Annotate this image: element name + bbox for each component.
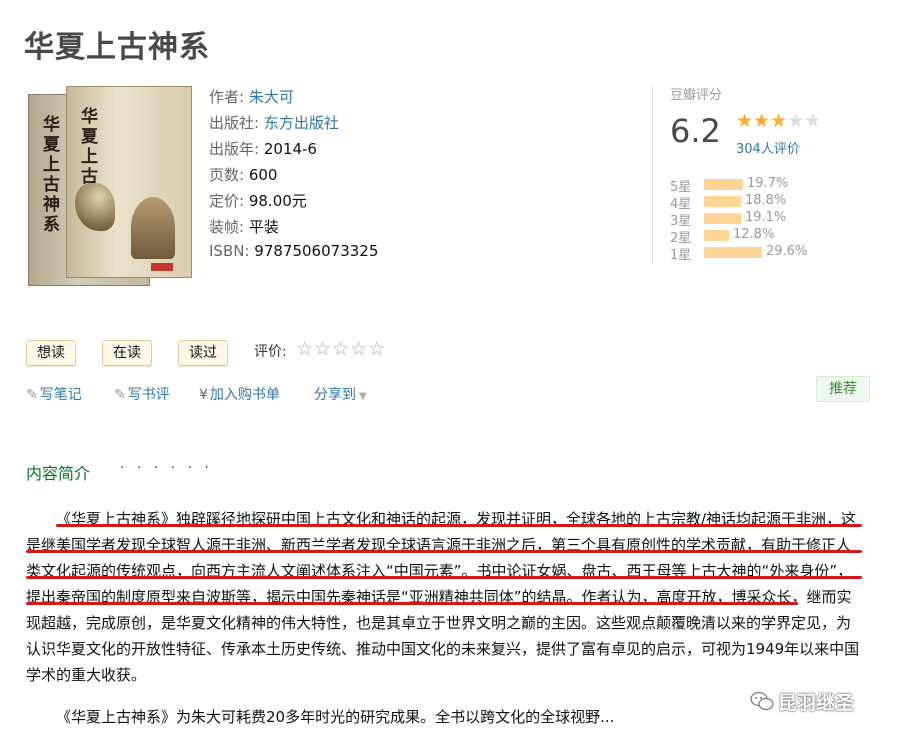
meta-year-value: 2014-6 xyxy=(263,140,317,158)
pencil-icon: ✎ xyxy=(26,387,38,403)
cover-figure-illustration xyxy=(131,197,175,259)
rate-label: 评价: xyxy=(254,344,287,360)
meta-binding: 装帧: 平装 xyxy=(209,216,279,237)
author-link[interactable]: 朱大可 xyxy=(249,88,294,106)
star-empty-icon: ★ xyxy=(804,110,822,132)
meta-isbn-value: 9787506073325 xyxy=(254,242,379,260)
red-underline-4 xyxy=(26,602,798,605)
book-cover-image[interactable]: 华夏上古神系 华夏上古神系 xyxy=(28,86,192,286)
rating-row-bar xyxy=(704,230,729,241)
publisher-link[interactable]: 东方出版社 xyxy=(264,114,339,132)
red-underline-3 xyxy=(26,576,862,579)
meta-author: 作者: 朱大可 xyxy=(209,86,294,107)
rating-count-link[interactable]: 304人评价 xyxy=(736,138,800,157)
rating-row-bar xyxy=(704,213,741,224)
meta-price-value: 98.00元 xyxy=(248,192,307,210)
rating-row-percent: 18.8% xyxy=(745,193,787,208)
meta-pages: 页数: 600 xyxy=(209,164,277,185)
add-cart-link[interactable]: ¥ 加入购书单 xyxy=(199,384,280,404)
star-filled-icon: ★ xyxy=(736,110,754,132)
wechat-icon xyxy=(750,691,774,711)
meta-year-label: 出版年: xyxy=(209,140,260,158)
rating-row-bar xyxy=(704,179,743,190)
write-review-link[interactable]: ✎ 写书评 xyxy=(114,384,170,404)
red-underline-2 xyxy=(26,550,862,553)
intro-paragraph-2-text: 《华夏上古神系》为朱大可耗费20多年时光的研究成果。全书以跨文化的全球视野... xyxy=(56,708,615,726)
intro-heading: 内容简介 xyxy=(26,464,91,483)
red-underline-1 xyxy=(56,524,862,527)
share-dropdown[interactable]: 分享到 ▼ xyxy=(314,384,367,404)
rating-row-bar xyxy=(704,247,762,258)
rating-row-label: 1星 xyxy=(670,248,692,263)
write-note-link[interactable]: ✎ 写笔记 xyxy=(26,384,82,404)
chevron-down-icon: ▼ xyxy=(359,391,367,402)
intro-paragraph-2: 《华夏上古神系》为朱大可耗费20多年时光的研究成果。全书以跨文化的全球视野... xyxy=(26,704,862,730)
rating-stars: ★★★★★ xyxy=(736,112,821,131)
write-review-label: 写书评 xyxy=(127,387,170,403)
rate-stars-input[interactable]: ☆☆☆☆☆ xyxy=(296,338,386,360)
meta-pages-value: 600 xyxy=(248,166,278,184)
meta-publisher: 出版社: 东方出版社 xyxy=(209,112,339,133)
intro-paragraph-1: 《华夏上古神系》独辟蹊径地探研中国上古文化和神话的起源，发现并证明，全球各地的上… xyxy=(26,506,862,688)
meta-publisher-label: 出版社: xyxy=(209,114,260,132)
meta-price: 定价: 98.00元 xyxy=(209,190,307,211)
reading-button[interactable]: 在读 xyxy=(102,340,152,366)
recommend-button[interactable]: 推荐 xyxy=(816,376,870,402)
meta-year: 出版年: 2014-6 xyxy=(209,138,317,159)
cover-title-back: 华夏上古神系 xyxy=(39,115,59,235)
star-filled-icon: ★ xyxy=(753,110,771,132)
rating-row-percent: 19.7% xyxy=(747,176,789,191)
yen-icon: ¥ xyxy=(199,387,208,403)
meta-pages-label: 页数: xyxy=(209,166,245,184)
want-to-read-button[interactable]: 想读 xyxy=(26,340,76,366)
pencil-icon: ✎ xyxy=(114,387,126,403)
rating-row-bar xyxy=(704,196,741,207)
read-button[interactable]: 读过 xyxy=(178,340,228,366)
meta-price-label: 定价: xyxy=(209,192,245,210)
star-empty-icon: ★ xyxy=(787,110,805,132)
rating-score: 6.2 xyxy=(670,112,721,150)
meta-isbn: ISBN: 9787506073325 xyxy=(209,242,378,260)
rating-row-percent: 12.8% xyxy=(733,227,775,242)
watermark-text: 昆羽继圣 xyxy=(778,692,855,714)
meta-isbn-label: ISBN: xyxy=(209,242,250,260)
intro-heading-dots: · · · · · · xyxy=(120,460,213,476)
rating-divider xyxy=(652,84,653,264)
meta-author-label: 作者: xyxy=(209,88,245,106)
rating-row-percent: 19.1% xyxy=(745,210,787,225)
page-title: 华夏上古神系 xyxy=(24,30,210,65)
add-cart-label: 加入购书单 xyxy=(209,387,280,403)
rating-row-percent: 29.6% xyxy=(766,244,808,259)
meta-binding-label: 装帧: xyxy=(209,218,245,236)
intro-paragraph-1-text: 《华夏上古神系》独辟蹊径地探研中国上古文化和神话的起源，发现并证明，全球各地的上… xyxy=(26,510,860,684)
star-filled-icon: ★ xyxy=(770,110,788,132)
share-label: 分享到 xyxy=(314,387,356,403)
write-note-label: 写笔记 xyxy=(39,387,82,403)
meta-binding-value: 平装 xyxy=(248,218,279,236)
rating-label: 豆瓣评分 xyxy=(670,88,723,103)
book-cover-front: 华夏上古神系 xyxy=(66,86,192,278)
cover-publisher-mark xyxy=(151,263,173,271)
